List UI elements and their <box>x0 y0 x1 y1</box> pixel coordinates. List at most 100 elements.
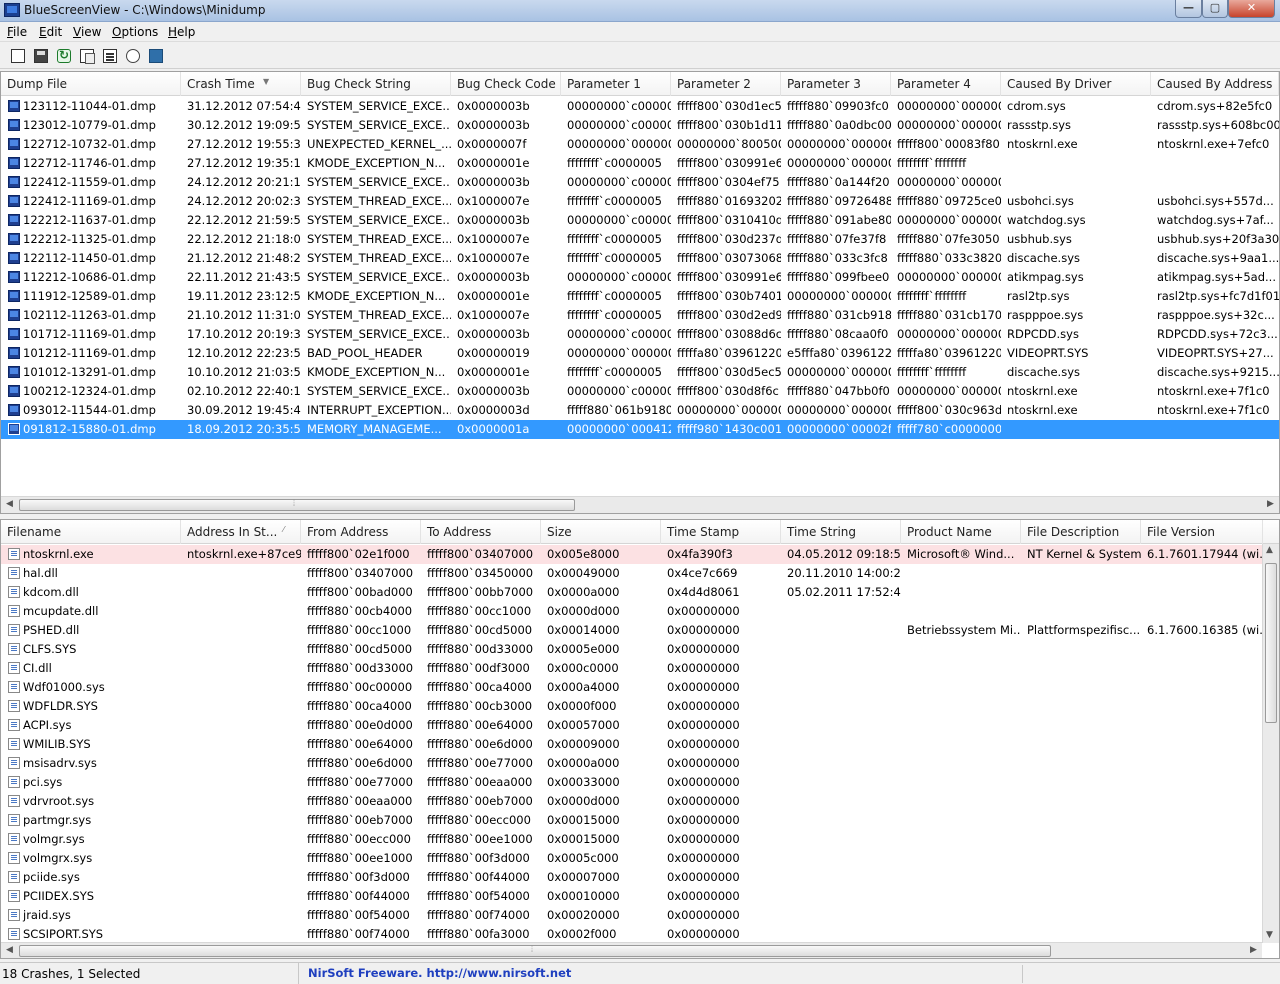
module-row[interactable]: jraid.sys fffff880`00f54000 fffff880`00f74… <box>1 906 1279 925</box>
scroll-up-icon[interactable]: ▲ <box>1266 545 1273 555</box>
module-row[interactable]: WDFLDR.SYS fffff880`00ca4000 fffff880`00cb… <box>1 697 1279 716</box>
module-row[interactable]: PSHED.dll fffff880`00cc1000 fffff880`00cd5… <box>1 621 1279 640</box>
module-row[interactable]: Wdf01000.sys fffff880`00c00000 fffff880`00… <box>1 678 1279 697</box>
column-header[interactable]: Caused By Driver <box>1001 72 1151 96</box>
crash-row[interactable]: 122412-11169-01.dmp 24.12.2012 20:02:31 SY… <box>1 192 1279 211</box>
module-row[interactable]: volmgr.sys fffff880`00ecc000 fffff880`00ee… <box>1 830 1279 849</box>
menu-view[interactable]: View <box>73 25 101 39</box>
column-header[interactable]: Time Stamp <box>661 520 781 544</box>
crash-row[interactable]: 093012-11544-01.dmp 30.09.2012 19:45:41 IN… <box>1 401 1279 420</box>
maximize-button[interactable]: ▢ <box>1202 0 1228 18</box>
module-cell: fffff800`00bb7000 <box>427 585 534 599</box>
html-report-icon[interactable] <box>8 46 28 66</box>
crash-row[interactable]: 100212-12324-01.dmp 02.10.2012 22:40:18 SY… <box>1 382 1279 401</box>
menu-options[interactable]: Options <box>112 25 158 39</box>
menu-edit[interactable]: Edit <box>39 25 62 39</box>
properties-icon[interactable] <box>100 46 120 66</box>
module-cell: 0x005e8000 <box>547 547 620 561</box>
scroll-thumb[interactable] <box>19 499 575 511</box>
crash-cell: fffff880`033c3820 <box>897 251 1001 265</box>
module-list-hscrollbar[interactable]: ◀ ⦙ ▶ <box>1 942 1262 958</box>
crash-cell: 22.12.2012 21:18:09 <box>187 232 301 246</box>
column-header[interactable]: Parameter 4 <box>891 72 1001 96</box>
module-cell <box>181 830 301 849</box>
crash-row[interactable]: 122212-11325-01.dmp 22.12.2012 21:18:09 SY… <box>1 230 1279 249</box>
column-header[interactable]: To Address <box>421 520 541 544</box>
crash-row[interactable]: 122412-11559-01.dmp 24.12.2012 20:21:19 SY… <box>1 173 1279 192</box>
module-cell: fffff880`00eb7000 <box>307 813 413 827</box>
module-row[interactable]: pciide.sys fffff880`00f3d000 fffff880`00f4… <box>1 868 1279 887</box>
scroll-down-icon[interactable]: ▼ <box>1266 930 1273 940</box>
crash-row[interactable]: 111912-12589-01.dmp 19.11.2012 23:12:57 KM… <box>1 287 1279 306</box>
close-button[interactable]: ✕ <box>1228 0 1275 18</box>
crash-row[interactable]: 101712-11169-01.dmp 17.10.2012 20:19:33 SY… <box>1 325 1279 344</box>
module-row[interactable]: ntoskrnl.exe ntoskrnl.exe+87ce9 fffff800`0… <box>1 545 1279 564</box>
module-cell <box>901 564 1021 583</box>
column-header[interactable]: Dump File <box>1 72 181 96</box>
crash-list-hscrollbar[interactable]: ◀ ⦙ ▶ <box>1 496 1279 513</box>
menu-help[interactable]: Help <box>168 25 195 39</box>
nirsoft-link[interactable]: NirSoft Freeware. http://www.nirsoft.net <box>308 963 571 984</box>
column-header[interactable]: Caused By Address <box>1151 72 1279 96</box>
column-header[interactable]: Size <box>541 520 661 544</box>
crash-row[interactable]: 122112-11450-01.dmp 21.12.2012 21:48:27 SY… <box>1 249 1279 268</box>
module-row[interactable]: partmgr.sys fffff880`00eb7000 fffff880`00e… <box>1 811 1279 830</box>
scroll-thumb[interactable] <box>19 945 1051 957</box>
module-row[interactable]: PCIIDEX.SYS fffff880`00f44000 fffff880`00f… <box>1 887 1279 906</box>
crash-cell: fffff800`0310410d <box>677 213 781 227</box>
crash-cell: 0x0000003b <box>457 384 530 398</box>
module-row[interactable]: pci.sys fffff880`00e77000 fffff880`00eaa00… <box>1 773 1279 792</box>
column-header[interactable]: From Address <box>301 520 421 544</box>
column-header[interactable]: Crash Time <box>181 72 301 96</box>
crash-cell: ntoskrnl.exe+7f1c0 <box>1157 384 1270 398</box>
module-row[interactable]: CI.dll fffff880`00d33000 fffff880`00df3000… <box>1 659 1279 678</box>
module-row[interactable]: msisadrv.sys fffff880`00e6d000 fffff880`00… <box>1 754 1279 773</box>
scroll-thumb[interactable] <box>1265 563 1277 723</box>
menu-file[interactable]: File <box>7 25 27 39</box>
module-row[interactable]: ACPI.sys fffff880`00e0d000 fffff880`00e640… <box>1 716 1279 735</box>
crash-row[interactable]: 122212-11637-01.dmp 22.12.2012 21:59:53 SY… <box>1 211 1279 230</box>
minimize-button[interactable]: — <box>1175 0 1202 18</box>
column-header[interactable]: Product Name <box>901 520 1021 544</box>
module-row[interactable]: vdrvroot.sys fffff880`00eaa000 fffff880`00… <box>1 792 1279 811</box>
scroll-left-icon[interactable]: ◀ <box>6 499 13 509</box>
module-row[interactable]: kdcom.dll fffff800`00bad000 fffff800`00bb7… <box>1 583 1279 602</box>
column-header[interactable]: Bug Check Code <box>451 72 561 96</box>
find-icon[interactable] <box>123 46 143 66</box>
module-row[interactable]: volmgrx.sys fffff880`00ee1000 fffff880`00f… <box>1 849 1279 868</box>
crash-row[interactable]: 122712-10732-01.dmp 27.12.2012 19:55:38 UN… <box>1 135 1279 154</box>
module-cell: Betriebssystem Mi... <box>907 623 1021 637</box>
column-header[interactable]: File Description <box>1021 520 1141 544</box>
module-row[interactable]: WMILIB.SYS fffff880`00e64000 fffff880`00e6… <box>1 735 1279 754</box>
column-header[interactable]: Parameter 2 <box>671 72 781 96</box>
column-header[interactable]: Time String <box>781 520 901 544</box>
crash-row[interactable]: 102112-11263-01.dmp 21.10.2012 11:31:07 SY… <box>1 306 1279 325</box>
module-cell: WMILIB.SYS <box>23 737 91 751</box>
column-header[interactable]: Parameter 3 <box>781 72 891 96</box>
scroll-right-icon[interactable]: ▶ <box>1267 499 1274 509</box>
module-list-vscrollbar[interactable]: ▲ ▼ <box>1262 544 1279 943</box>
column-header[interactable]: Parameter 1 <box>561 72 671 96</box>
crash-row[interactable]: 123012-10779-01.dmp 30.12.2012 19:09:55 SY… <box>1 116 1279 135</box>
column-header[interactable]: File Version <box>1141 520 1263 544</box>
crash-cell: discache.sys+9aa1... <box>1157 251 1279 265</box>
save-icon[interactable] <box>31 46 51 66</box>
crash-row[interactable]: 101212-11169-01.dmp 12.10.2012 22:23:53 BA… <box>1 344 1279 363</box>
crash-cell: 24.12.2012 20:21:19 <box>187 175 301 189</box>
module-cell: fffff880`00e64000 <box>307 737 413 751</box>
crash-row[interactable]: 101012-13291-01.dmp 10.10.2012 21:03:58 KM… <box>1 363 1279 382</box>
scroll-right-icon[interactable]: ▶ <box>1250 945 1257 955</box>
column-header[interactable]: Filename <box>1 520 181 544</box>
crash-row[interactable]: 122712-11746-01.dmp 27.12.2012 19:35:10 KM… <box>1 154 1279 173</box>
module-row[interactable]: CLFS.SYS fffff880`00cd5000 fffff880`00d330… <box>1 640 1279 659</box>
exit-icon[interactable] <box>146 46 166 66</box>
copy-icon[interactable] <box>77 46 97 66</box>
crash-row[interactable]: 112212-10686-01.dmp 22.11.2012 21:43:57 SY… <box>1 268 1279 287</box>
crash-row[interactable]: 091812-15880-01.dmp 18.09.2012 20:35:55 ME… <box>1 420 1279 439</box>
column-header[interactable]: Bug Check String <box>301 72 451 96</box>
scroll-left-icon[interactable]: ◀ <box>6 945 13 955</box>
crash-row[interactable]: 123112-11044-01.dmp 31.12.2012 07:54:46 SY… <box>1 97 1279 116</box>
refresh-icon[interactable] <box>54 46 74 66</box>
module-row[interactable]: hal.dll fffff800`03407000 fffff800`0345000… <box>1 564 1279 583</box>
module-row[interactable]: mcupdate.dll fffff880`00cb4000 fffff880`00… <box>1 602 1279 621</box>
